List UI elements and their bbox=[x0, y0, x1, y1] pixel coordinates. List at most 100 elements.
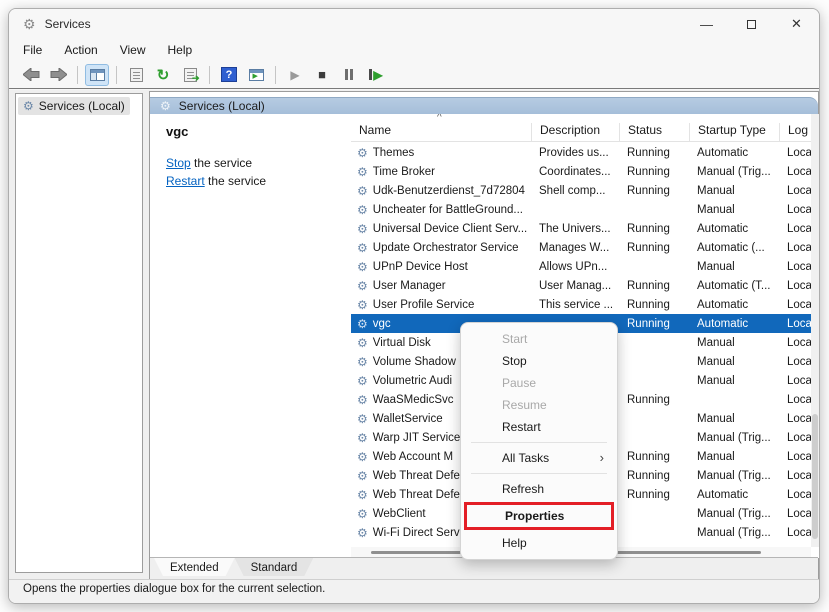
column-header-status[interactable]: Status bbox=[619, 123, 689, 142]
context-menu-item[interactable]: Pause bbox=[461, 372, 617, 394]
table-row[interactable]: ⚙ Uncheater for BattleGround... Manual Lo… bbox=[351, 200, 811, 219]
service-gear-icon: ⚙ bbox=[357, 203, 368, 216]
context-menu-item-label: All Tasks bbox=[502, 451, 550, 465]
pause-service-button[interactable] bbox=[337, 64, 361, 86]
new-window-button[interactable] bbox=[244, 64, 268, 86]
service-status-cell: Running bbox=[627, 488, 670, 501]
service-logon-cell: Loca bbox=[787, 298, 811, 311]
service-name-cell: Web Threat Defe bbox=[372, 469, 460, 482]
export-list-button[interactable] bbox=[178, 64, 202, 86]
column-header-startup-type[interactable]: Startup Type bbox=[689, 123, 779, 142]
context-menu-item[interactable]: Help bbox=[461, 532, 617, 554]
status-bar: Opens the properties dialogue box for th… bbox=[9, 579, 819, 603]
table-row[interactable]: ⚙ User Manager User Manag... Running Auto… bbox=[351, 276, 811, 295]
service-action-line: Stop the service bbox=[166, 154, 266, 172]
toolbar: ↻ ? ▶ ■ ▶ bbox=[9, 61, 819, 89]
context-menu-item-label: Properties bbox=[505, 509, 565, 523]
context-menu-item[interactable]: All Tasks › bbox=[461, 447, 617, 469]
back-button[interactable] bbox=[19, 64, 43, 86]
table-row[interactable]: ⚙ Udk-Benutzerdienst_7d72804 Shell comp..… bbox=[351, 181, 811, 200]
tree-item-services-local[interactable]: ⚙ Services (Local) bbox=[18, 97, 130, 115]
maximize-button[interactable] bbox=[729, 9, 774, 39]
service-gear-icon: ⚙ bbox=[357, 241, 368, 254]
table-row[interactable]: ⚙ User Profile Service This service ... R… bbox=[351, 295, 811, 314]
service-startup-cell: Manual (Trig... bbox=[697, 469, 771, 482]
refresh-button[interactable]: ↻ bbox=[151, 64, 175, 86]
view-tab[interactable]: Extended bbox=[154, 558, 235, 576]
restart-service-button[interactable]: ▶ bbox=[364, 64, 388, 86]
stop-service-button[interactable]: ■ bbox=[310, 64, 334, 86]
service-gear-icon: ⚙ bbox=[357, 469, 368, 482]
service-logon-cell: Loca bbox=[787, 488, 811, 501]
export-list-icon bbox=[183, 67, 200, 84]
table-row[interactable]: ⚙ UPnP Device Host Allows UPn... Manual L… bbox=[351, 257, 811, 276]
column-header-name[interactable]: Name bbox=[351, 123, 531, 142]
context-menu-item-label: Pause bbox=[502, 376, 537, 390]
service-gear-icon: ⚙ bbox=[357, 450, 368, 463]
context-menu-item-label: Resume bbox=[502, 398, 547, 412]
minimize-button[interactable]: — bbox=[684, 9, 729, 39]
service-gear-icon: ⚙ bbox=[357, 412, 368, 425]
service-startup-cell: Manual bbox=[697, 374, 735, 387]
service-name-cell: Themes bbox=[372, 146, 415, 159]
service-name-cell: Warp JIT Service bbox=[372, 431, 461, 444]
service-logon-cell: Loca bbox=[787, 526, 811, 539]
service-startup-cell: Manual bbox=[697, 260, 735, 273]
menu-item[interactable]: File bbox=[23, 41, 52, 59]
show-console-tree-button[interactable] bbox=[85, 63, 109, 86]
context-menu-item[interactable] bbox=[471, 473, 607, 474]
service-description-cell: Shell comp... bbox=[539, 184, 606, 197]
context-menu-item[interactable]: Resume bbox=[461, 394, 617, 416]
context-menu-item[interactable]: Restart bbox=[461, 416, 617, 438]
menu-item[interactable]: Help bbox=[168, 41, 203, 59]
menu-item[interactable]: Action bbox=[64, 41, 107, 59]
column-header-description[interactable]: Description bbox=[531, 123, 619, 142]
context-menu-item[interactable]: Refresh bbox=[461, 478, 617, 500]
forward-button[interactable] bbox=[46, 64, 70, 86]
view-tab-strip: Extended Standard bbox=[150, 557, 818, 579]
help-button[interactable]: ? bbox=[217, 64, 241, 86]
new-window-icon bbox=[248, 68, 264, 81]
back-arrow-icon bbox=[22, 68, 39, 81]
service-name-cell: User Manager bbox=[372, 279, 446, 292]
view-tab[interactable]: Standard bbox=[235, 558, 314, 576]
column-header-logon[interactable]: Log bbox=[779, 123, 811, 142]
table-row[interactable]: ⚙ Time Broker Coordinates... Running Manu… bbox=[351, 162, 811, 181]
vertical-scrollbar[interactable] bbox=[811, 114, 819, 547]
context-menu-item[interactable]: Properties bbox=[464, 502, 614, 530]
start-service-icon: ▶ bbox=[290, 67, 300, 82]
properties-button[interactable] bbox=[124, 64, 148, 86]
service-logon-cell: Loca bbox=[787, 184, 811, 197]
service-action-link[interactable]: Restart bbox=[166, 174, 205, 188]
context-menu-item[interactable]: Start bbox=[461, 328, 617, 350]
service-name-cell: Universal Device Client Serv... bbox=[372, 222, 528, 235]
context-menu-item[interactable] bbox=[471, 442, 607, 443]
service-gear-icon: ⚙ bbox=[357, 146, 368, 159]
service-description-cell: Coordinates... bbox=[539, 165, 611, 178]
service-startup-cell: Manual (Trig... bbox=[697, 526, 771, 539]
table-row[interactable]: ⚙ Update Orchestrator Service Manages W..… bbox=[351, 238, 811, 257]
service-startup-cell: Manual bbox=[697, 355, 735, 368]
service-logon-cell: Loca bbox=[787, 431, 811, 444]
panel-header-title: Services (Local) bbox=[178, 99, 265, 113]
service-gear-icon: ⚙ bbox=[357, 393, 368, 406]
table-row[interactable]: ⚙ Themes Provides us... Running Automatic… bbox=[351, 143, 811, 162]
start-service-button[interactable]: ▶ bbox=[283, 64, 307, 86]
service-startup-cell: Automatic bbox=[697, 488, 749, 501]
service-description-cell: The Univers... bbox=[539, 222, 611, 235]
context-menu-item[interactable]: Stop bbox=[461, 350, 617, 372]
service-logon-cell: Loca bbox=[787, 203, 811, 216]
sort-ascending-icon: ^ bbox=[437, 114, 442, 123]
maximize-icon bbox=[747, 19, 756, 29]
title-bar: ⚙ Services — ✕ bbox=[9, 9, 819, 39]
service-name-cell: Update Orchestrator Service bbox=[372, 241, 519, 254]
service-action-link[interactable]: Stop bbox=[166, 156, 191, 170]
forward-arrow-icon bbox=[50, 68, 67, 81]
context-menu-item-label: Help bbox=[502, 536, 527, 550]
tree-item-label: Services (Local) bbox=[38, 99, 125, 113]
vertical-scrollbar-thumb[interactable] bbox=[812, 414, 818, 539]
service-status-cell: Running bbox=[627, 241, 670, 254]
table-row[interactable]: ⚙ Universal Device Client Serv... The Uni… bbox=[351, 219, 811, 238]
menu-item[interactable]: View bbox=[120, 41, 156, 59]
close-button[interactable]: ✕ bbox=[774, 9, 819, 39]
